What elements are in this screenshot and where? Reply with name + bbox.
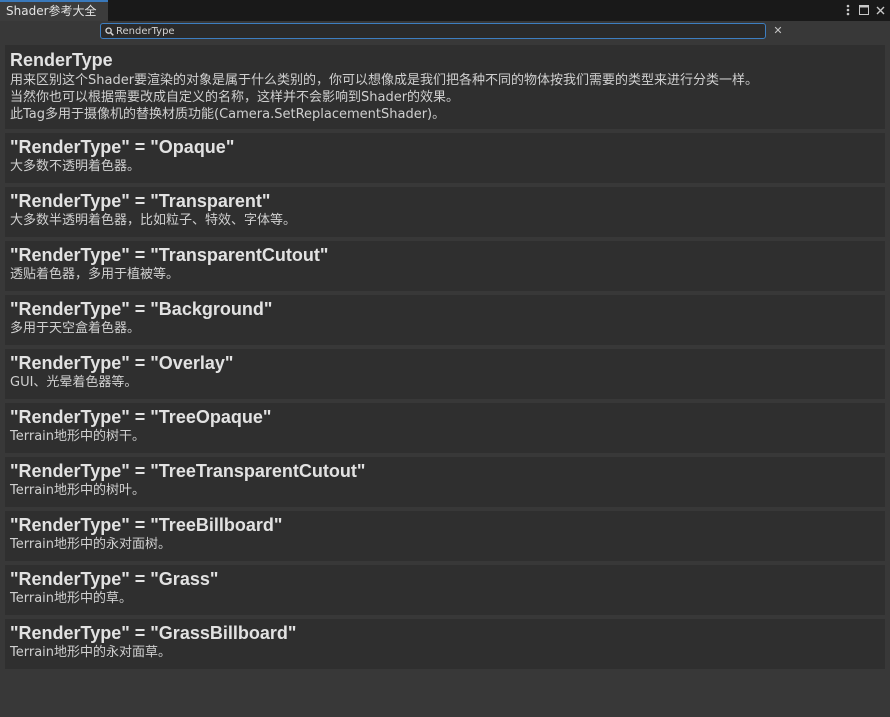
item-desc: Terrain地形中的永对面树。 [10, 537, 172, 552]
item-desc: Terrain地形中的永对面草。 [10, 645, 172, 660]
list-item: "RenderType" = "Opaque" 大多数不透明着色器。 [5, 133, 885, 183]
intro-card: RenderType 用来区别这个Shader要渲染的对象是属于什么类别的，你可… [5, 45, 885, 129]
list-item: "RenderType" = "Grass" Terrain地形中的草。 [5, 565, 885, 615]
render-type-list: RenderType 用来区别这个Shader要渲染的对象是属于什么类别的，你可… [5, 45, 885, 673]
intro-title: RenderType [10, 50, 113, 70]
item-title: "RenderType" = "Opaque" [10, 137, 235, 157]
item-title: "RenderType" = "Overlay" [10, 353, 234, 373]
item-desc: 大多数不透明着色器。 [10, 159, 141, 174]
window-controls [842, 2, 886, 18]
item-desc: 透贴着色器，多用于植被等。 [10, 267, 180, 282]
item-title: "RenderType" = "GrassBillboard" [10, 623, 297, 643]
intro-line: 此Tag多用于摄像机的替换材质功能(Camera.SetReplacementS… [10, 107, 446, 122]
list-item: "RenderType" = "TreeOpaque" Terrain地形中的树… [5, 403, 885, 453]
item-title: "RenderType" = "Grass" [10, 569, 219, 589]
list-item: "RenderType" = "Transparent" 大多数半透明着色器，比… [5, 187, 885, 237]
item-title: "RenderType" = "TreeOpaque" [10, 407, 272, 427]
item-desc: GUI、光晕着色器等。 [10, 375, 138, 390]
search-icon [104, 26, 114, 36]
close-icon[interactable] [874, 3, 886, 17]
maximize-icon[interactable] [858, 3, 870, 17]
kebab-menu-icon[interactable] [842, 3, 854, 17]
intro-line: 当然你也可以根据需要改成自定义的名称，这样并不会影响到Shader的效果。 [10, 90, 460, 105]
item-title: "RenderType" = "TreeBillboard" [10, 515, 283, 535]
list-item: "RenderType" = "TransparentCutout" 透贴着色器… [5, 241, 885, 291]
item-desc: 大多数半透明着色器，比如粒子、特效、字体等。 [10, 213, 297, 228]
item-title: "RenderType" = "TreeTransparentCutout" [10, 461, 366, 481]
item-title: "RenderType" = "Background" [10, 299, 273, 319]
search-field[interactable] [100, 23, 766, 39]
intro-line: 用来区别这个Shader要渲染的对象是属于什么类别的，你可以想像成是我们把各种不… [10, 73, 759, 88]
list-item: "RenderType" = "Overlay" GUI、光晕着色器等。 [5, 349, 885, 399]
item-desc: Terrain地形中的树干。 [10, 429, 146, 444]
list-item: "RenderType" = "Background" 多用于天空盒着色器。 [5, 295, 885, 345]
item-title: "RenderType" = "TransparentCutout" [10, 245, 329, 265]
item-title: "RenderType" = "Transparent" [10, 191, 271, 211]
item-desc: 多用于天空盒着色器。 [10, 321, 141, 336]
item-desc: Terrain地形中的草。 [10, 591, 133, 606]
list-item: "RenderType" = "TreeBillboard" Terrain地形… [5, 511, 885, 561]
clear-search-icon[interactable]: ✕ [772, 24, 784, 38]
list-item: "RenderType" = "GrassBillboard" Terrain地… [5, 619, 885, 669]
tab-strip: Shader参考大全 [0, 0, 890, 21]
list-item: "RenderType" = "TreeTransparentCutout" T… [5, 457, 885, 507]
search-input[interactable] [116, 24, 765, 38]
tab-shader-reference[interactable]: Shader参考大全 [0, 0, 108, 21]
item-desc: Terrain地形中的树叶。 [10, 483, 146, 498]
tab-title: Shader参考大全 [6, 4, 97, 18]
editor-window: Shader参考大全 RenderType ✕ RenderType 用来区别这… [0, 0, 890, 717]
search-toolbar: ✕ [0, 21, 890, 41]
